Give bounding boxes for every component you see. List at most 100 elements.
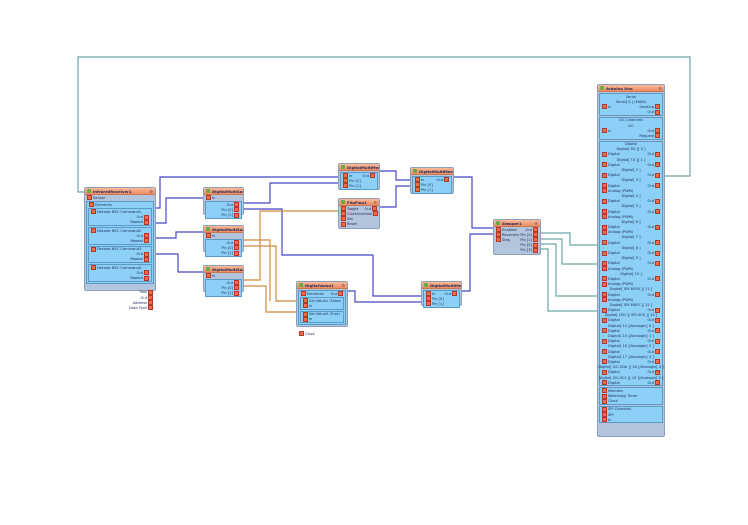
component-header[interactable]: InfraredReceiver1 ⚙ xyxy=(85,188,155,195)
pin-connector-icon[interactable] xyxy=(206,195,211,201)
output-pin[interactable]: Repeat xyxy=(130,256,150,262)
component-header[interactable]: DigitalMultiMerger2⚙ xyxy=(411,168,453,175)
pin-label: Out xyxy=(647,173,654,178)
wire-stepper-pin3-to-uno[interactable] xyxy=(541,248,597,312)
input-pin[interactable]: In xyxy=(302,303,312,309)
pin-connector-icon[interactable] xyxy=(343,183,348,189)
pin-connector-icon[interactable] xyxy=(426,301,431,307)
component-dms1[interactable]: DigitalMultiSource1⚙InOutPin [0]Pin [1] xyxy=(203,187,244,219)
pin-connector-icon[interactable] xyxy=(89,202,94,208)
pin-connector-icon[interactable] xyxy=(234,290,239,296)
output-pin[interactable]: Repeat xyxy=(130,275,150,281)
output-pin[interactable]: Pin [1] xyxy=(221,250,240,256)
pin-connector-icon[interactable] xyxy=(206,233,211,239)
component-header[interactable]: Arduino Uno ⚙ xyxy=(598,85,664,92)
component-dms2[interactable]: DigitalMultiSource2⚙InOutPin [0]Pin [1] xyxy=(203,225,244,257)
settings-icon[interactable]: ⚙ xyxy=(149,189,153,194)
output-pin[interactable]: Out xyxy=(647,380,661,386)
input-pin[interactable]: In xyxy=(601,417,611,423)
pin-connector-icon[interactable] xyxy=(303,303,308,309)
wire-merger2-to-stepper-enabled[interactable] xyxy=(454,176,494,229)
pin-connector-icon[interactable] xyxy=(87,195,92,201)
component-dv1[interactable]: DigitalValue1 ⚙ Elements Out Set Value1 (Fal… xyxy=(296,281,348,337)
input-pin[interactable]: Sensor xyxy=(86,195,105,201)
input-pin[interactable]: Clock xyxy=(298,331,315,337)
output-pin[interactable]: Repeat xyxy=(130,219,150,225)
settings-icon[interactable]: ⚙ xyxy=(658,86,662,91)
wire-stepper-pin2-to-uno[interactable] xyxy=(541,243,597,297)
wire-flipflop-to-merger2[interactable] xyxy=(380,185,411,208)
input-pin[interactable]: Elements xyxy=(300,291,324,297)
component-header[interactable]: DigitalMultiSource2⚙ xyxy=(204,226,243,233)
pin-connector-icon[interactable] xyxy=(655,380,660,386)
settings-icon[interactable]: ⚙ xyxy=(341,283,345,288)
input-pin[interactable]: In xyxy=(302,316,312,322)
input-pin[interactable]: In xyxy=(205,233,215,239)
wire-merger1-to-merger2[interactable] xyxy=(380,170,411,181)
output-pin[interactable]: Pin [1] xyxy=(221,290,240,296)
settings-icon[interactable]: ⚙ xyxy=(534,221,538,226)
pin-connector-icon[interactable] xyxy=(602,380,607,386)
component-dms3[interactable]: DigitalMultiSource3⚙InOutPin [0]Pin [1] xyxy=(203,265,244,297)
pin-connector-icon[interactable] xyxy=(338,291,343,297)
component-header[interactable]: DigitalMultiSource3⚙ xyxy=(204,266,243,273)
output-pin[interactable]: Out xyxy=(647,109,661,115)
component-header[interactable]: DigitalMultiSource1⚙ xyxy=(204,188,243,195)
input-pin[interactable]: Reset xyxy=(340,221,358,227)
input-pin[interactable]: In xyxy=(205,273,215,279)
output-pin[interactable]: Pin [3] xyxy=(520,247,539,253)
pin-label: Pin [3] xyxy=(520,248,532,253)
component-header[interactable]: DigitalMultiMerger1⚙ xyxy=(339,164,379,171)
output-pin[interactable]: Request xyxy=(639,133,661,139)
input-pin[interactable]: Pin [1] xyxy=(425,301,444,307)
component-header[interactable]: Stepper1 ⚙ xyxy=(494,220,540,227)
settings-icon[interactable]: ⚙ xyxy=(373,200,377,205)
wire-dms1-pin0-to-merger1[interactable] xyxy=(244,182,338,204)
wire-ir-out4-to-dms3[interactable] xyxy=(156,253,204,273)
wire-merger3-to-stepper-reversed[interactable] xyxy=(462,233,494,292)
output-pin[interactable]: Pin [1] xyxy=(221,212,240,218)
pin-connector-icon[interactable] xyxy=(341,221,346,227)
component-ff1[interactable]: FlipFlop1 ⚙ Toggle Out Clock Inverted Set Reset xyxy=(338,198,380,229)
pin-connector-icon[interactable] xyxy=(148,305,153,311)
pin-connector-icon[interactable] xyxy=(301,291,306,297)
input-pin[interactable]: Pin [1] xyxy=(342,183,361,189)
pin-connector-icon[interactable] xyxy=(655,109,660,115)
pin-connector-icon[interactable] xyxy=(206,273,211,279)
pin-connector-icon[interactable] xyxy=(144,275,149,281)
pin-connector-icon[interactable] xyxy=(299,331,304,337)
wire-stepper-pin1-to-uno[interactable] xyxy=(541,238,597,265)
component-dmm1[interactable]: DigitalMultiMerger1⚙ In OutPin [0]Pin [1] xyxy=(338,163,380,190)
component-header[interactable]: DigitalValue1 ⚙ xyxy=(297,282,347,289)
output-pin[interactable]: Repeat xyxy=(130,238,150,244)
component-dmm2[interactable]: DigitalMultiMerger2⚙ In OutPin [0]Pin [1] xyxy=(410,167,454,194)
output-pin[interactable]: Data Type xyxy=(129,305,154,311)
pin-connector-icon[interactable] xyxy=(144,219,149,225)
pin-connector-icon[interactable] xyxy=(234,212,239,218)
component-st1[interactable]: Stepper1 ⚙ Enabled Out Reversed Pin [0] Step Pi… xyxy=(493,219,541,255)
pin-connector-icon[interactable] xyxy=(303,316,308,322)
output-pin[interactable]: Out xyxy=(330,291,344,297)
pin-connector-icon[interactable] xyxy=(144,256,149,262)
pin-connector-icon[interactable] xyxy=(655,133,660,139)
component-dmm3[interactable]: DigitalMultiMerger3⚙ In OutPin [0]Pin [1] xyxy=(421,281,462,308)
input-pin[interactable]: Digital xyxy=(601,380,620,386)
input-pin[interactable]: In xyxy=(205,195,215,201)
wire-ir-out2-to-dms1[interactable] xyxy=(156,197,204,224)
pin-connector-icon[interactable] xyxy=(602,417,607,423)
pin-label: Reset xyxy=(347,222,358,227)
pin-connector-icon[interactable] xyxy=(415,187,420,193)
pin-label: Digital xyxy=(608,370,620,375)
component-header[interactable]: DigitalMultiMerger3⚙ xyxy=(422,282,461,289)
pin-connector-icon[interactable] xyxy=(234,250,239,256)
input-pin[interactable]: Elements xyxy=(88,202,112,208)
input-pin[interactable]: Pin [1] xyxy=(414,187,433,193)
component-uno[interactable]: Arduino Uno ⚙ Serial Serial[ 0 ] (MAIN) In Se… xyxy=(597,84,665,437)
pin-connector-icon[interactable] xyxy=(144,238,149,244)
component-header[interactable]: FlipFlop1 ⚙ xyxy=(339,199,379,206)
wire-ir-out3-to-dms2[interactable] xyxy=(156,231,204,239)
pin-connector-icon[interactable] xyxy=(602,398,607,404)
component-ir[interactable]: InfraredReceiver1 ⚙ Sensor Elements Decode N… xyxy=(84,187,156,311)
pin-connector-icon[interactable] xyxy=(533,247,538,253)
input-pin[interactable]: Clock xyxy=(601,398,618,404)
